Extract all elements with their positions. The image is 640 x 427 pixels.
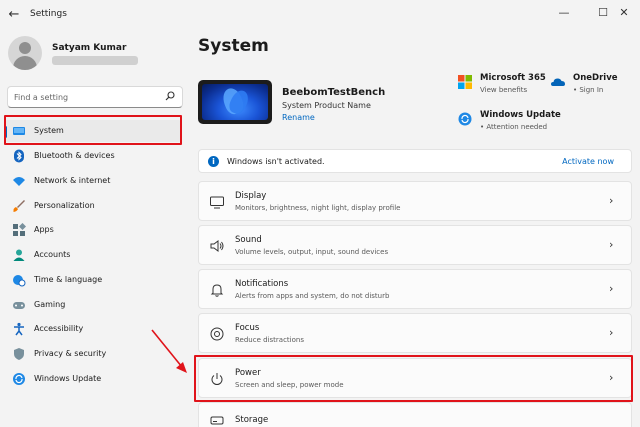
activation-banner: i Windows isn't activated. Activate now <box>198 149 632 173</box>
sidebar-item-accounts[interactable]: Accounts <box>4 244 182 266</box>
card-sound[interactable]: Sound Volume levels, output, input, soun… <box>198 225 632 265</box>
storage-icon <box>210 416 224 425</box>
display-icon <box>210 196 224 209</box>
card-subtitle: Monitors, brightness, night light, displ… <box>235 204 401 212</box>
card-title: Notifications <box>235 279 289 289</box>
highlight-power <box>194 355 633 402</box>
search-icon[interactable] <box>165 91 175 101</box>
sidebar-item-label: Accounts <box>34 250 71 259</box>
card-subtitle: Reduce distractions <box>235 336 304 344</box>
sidebar-item-windows-update[interactable]: Windows Update <box>4 368 182 390</box>
sidebar-item-accessibility[interactable]: Accessibility <box>4 318 182 340</box>
sidebar-item-label: Network & internet <box>34 176 111 185</box>
page-title: System <box>198 36 269 56</box>
sidebar-item-label: Bluetooth & devices <box>34 151 115 160</box>
apps-icon <box>13 223 26 236</box>
title-bar: ← Settings — ☐ ✕ <box>0 0 640 30</box>
sidebar-item-label: Personalization <box>34 201 95 210</box>
sidebar-item-network[interactable]: Network & internet <box>4 170 182 192</box>
minimize-button[interactable]: — <box>556 5 572 21</box>
device-model: System Product Name <box>282 101 371 110</box>
chevron-right-icon: › <box>609 282 614 295</box>
wifi-icon <box>13 177 25 186</box>
banner-text: Windows isn't activated. <box>227 157 325 166</box>
windows-update-icon <box>458 112 472 126</box>
sidebar-item-personalization[interactable]: Personalization <box>4 195 182 217</box>
sidebar-item-privacy[interactable]: Privacy & security <box>4 343 182 365</box>
quick-title: Windows Update <box>480 110 561 120</box>
card-subtitle: Volume levels, output, input, sound devi… <box>235 248 389 256</box>
close-button[interactable]: ✕ <box>616 5 632 21</box>
sidebar-item-label: Time & language <box>34 275 103 284</box>
search-box[interactable] <box>7 86 183 108</box>
brush-icon <box>13 200 25 212</box>
sidebar-item-bluetooth[interactable]: Bluetooth & devices <box>4 145 182 167</box>
gamepad-icon <box>13 302 25 309</box>
bell-icon <box>210 284 224 297</box>
quick-sub: View benefits <box>480 86 528 94</box>
sidebar-item-label: Accessibility <box>34 324 84 333</box>
quick-title: OneDrive <box>573 73 618 83</box>
quick-windows-update[interactable]: Windows Update • Attention needed <box>458 110 568 136</box>
sidebar-item-label: Gaming <box>34 300 66 309</box>
bluetooth-icon <box>14 149 24 163</box>
search-input[interactable] <box>14 90 164 104</box>
sidebar-item-label: Windows Update <box>34 374 102 383</box>
sidebar-item-time-language[interactable]: Time & language <box>4 269 182 291</box>
shield-icon <box>14 348 24 360</box>
profile-email-redacted <box>52 56 138 65</box>
user-profile[interactable]: Satyam Kumar <box>8 34 178 74</box>
card-title: Focus <box>235 323 260 333</box>
sidebar-item-label: Apps <box>34 225 54 234</box>
avatar <box>8 36 42 70</box>
sidebar-item-gaming[interactable]: Gaming <box>4 294 182 316</box>
quick-title: Microsoft 365 <box>480 73 546 83</box>
quick-sub: • Sign In <box>573 86 604 94</box>
focus-icon <box>210 327 224 341</box>
device-name: BeebomTestBench <box>282 87 386 98</box>
back-button[interactable]: ← <box>6 7 22 23</box>
accessibility-icon <box>14 322 24 336</box>
quick-microsoft-365[interactable]: Microsoft 365 View benefits <box>458 73 558 99</box>
sync-icon <box>13 373 25 385</box>
profile-name: Satyam Kumar <box>52 43 127 53</box>
onedrive-icon <box>551 78 565 86</box>
chevron-right-icon: › <box>609 238 614 251</box>
card-storage[interactable]: Storage <box>198 402 632 427</box>
globe-clock-icon <box>13 275 26 287</box>
maximize-button[interactable]: ☐ <box>595 5 611 21</box>
info-icon: i <box>208 156 219 167</box>
activate-now-link[interactable]: Activate now <box>562 157 614 166</box>
card-focus[interactable]: Focus Reduce distractions › <box>198 313 632 353</box>
chevron-right-icon: › <box>609 194 614 207</box>
card-title: Display <box>235 191 267 201</box>
card-notifications[interactable]: Notifications Alerts from apps and syste… <box>198 269 632 309</box>
app-title: Settings <box>30 9 67 19</box>
card-subtitle: Alerts from apps and system, do not dist… <box>235 292 390 300</box>
quick-onedrive[interactable]: OneDrive • Sign In <box>551 73 637 99</box>
device-image <box>198 80 272 124</box>
card-display[interactable]: Display Monitors, brightness, night ligh… <box>198 181 632 221</box>
sidebar-item-apps[interactable]: Apps <box>4 219 182 241</box>
quick-sub: • Attention needed <box>480 123 548 131</box>
card-title: Sound <box>235 235 262 245</box>
rename-link[interactable]: Rename <box>282 113 315 122</box>
microsoft-365-icon <box>458 75 472 89</box>
highlight-system <box>4 115 182 145</box>
chevron-right-icon: › <box>609 326 614 339</box>
card-title: Storage <box>235 415 269 425</box>
sidebar-item-label: Privacy & security <box>34 349 107 358</box>
speaker-icon <box>210 240 224 252</box>
person-icon <box>13 249 25 261</box>
